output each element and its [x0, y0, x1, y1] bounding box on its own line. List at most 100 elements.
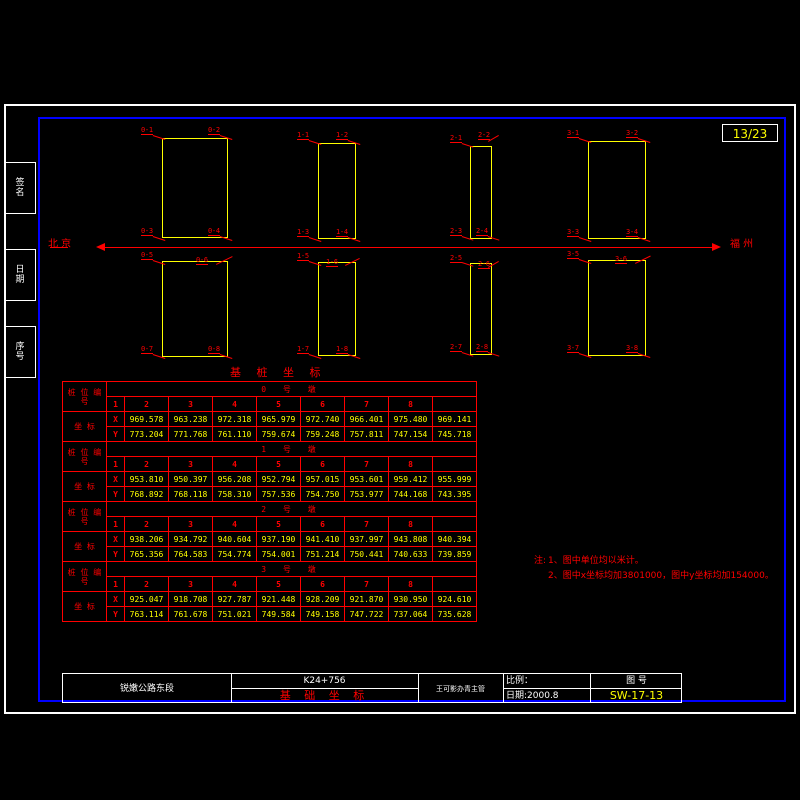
- cell-g2-x-6: 937.997: [344, 531, 389, 547]
- cell-g1-x-3: 956.208: [212, 471, 257, 487]
- cell-g2-x-2: 934.792: [168, 531, 213, 547]
- cell-g2-x-8: 940.394: [432, 531, 477, 547]
- cell-g0-x-3: 972.318: [212, 411, 257, 427]
- col-num-3: 3: [168, 516, 213, 532]
- cell-g3-y-7: 737.064: [388, 606, 433, 622]
- leader-3-1: [578, 138, 592, 143]
- pile-no-label: 桩 位 编 号: [62, 441, 107, 472]
- col-num-3: 3: [168, 576, 213, 592]
- pile-coordinate-table: 桩 位 编 号 0 号 墩 1 2 3 4 5 6 7 8 坐 标 X 969.…: [62, 381, 477, 622]
- table-row: 坐 标 X 925.047 918.708 927.787 921.448 92…: [62, 591, 477, 622]
- corner-label-3-5: 3-5: [567, 250, 579, 259]
- pile-cap-3-lower: [588, 260, 646, 356]
- axis-label-y: Y: [106, 426, 125, 442]
- cell-g3-x-7: 930.950: [388, 591, 433, 607]
- cad-drawing-sheet: 签 名 日 期 序 号 13/23 北 京 福 州 0-1 0-2 0-3 0-…: [0, 0, 800, 800]
- note-line-2: 2、图中x坐标均加3801000，图中y坐标均加154000。: [548, 571, 774, 581]
- cell-g3-x-1: 925.047: [124, 591, 169, 607]
- col-num-6: 6: [300, 396, 345, 412]
- table-row-column-numbers: 1 2 3 4 5 6 7 8: [63, 516, 477, 532]
- cell-g2-y-7: 740.633: [388, 546, 433, 562]
- axis-label-y: Y: [106, 486, 125, 502]
- margin-tab-date: 日 期: [4, 249, 36, 301]
- cell-g1-x-1: 953.810: [124, 471, 169, 487]
- cell-g0-y-4: 759.674: [256, 426, 301, 442]
- col-num-7: 7: [344, 396, 389, 412]
- coordinate-table-title: 基 桩 坐 标: [230, 366, 327, 379]
- title-block-date-value: 2000.8: [527, 691, 559, 701]
- cell-g1-y-5: 754.750: [300, 486, 345, 502]
- cell-g0-y-8: 745.718: [432, 426, 477, 442]
- corner-label-2-4: 2-4: [476, 227, 488, 236]
- title-block-sheet-label: 图 号: [626, 676, 647, 686]
- cell-g2-y-6: 750.441: [344, 546, 389, 562]
- pile-cap-0-lower: [162, 261, 228, 357]
- corner-label-0-5: 0-5: [141, 251, 153, 260]
- cell-g1-y-3: 758.310: [212, 486, 257, 502]
- col-num-8: 8: [388, 516, 433, 532]
- axis-label-x: X: [106, 591, 125, 607]
- cell-g3-y-1: 763.114: [124, 606, 169, 622]
- axis-label-y: Y: [106, 606, 125, 622]
- col-num-4: 4: [212, 516, 257, 532]
- group-label-3: 3 号 墩: [106, 561, 477, 577]
- corner-label-1-4: 1-4: [336, 228, 348, 237]
- centerline-right-arrow: [712, 243, 721, 251]
- pile-cap-2-lower: [470, 263, 492, 355]
- corner-label-1-3: 1-3: [297, 228, 309, 237]
- table-row: Y 765.356 764.583 754.774 754.001 751.21…: [63, 546, 477, 562]
- cell-g0-x-4: 965.979: [256, 411, 301, 427]
- cell-g3-y-6: 747.722: [344, 606, 389, 622]
- cell-g3-y-5: 749.158: [300, 606, 345, 622]
- coord-label: 坐 标: [62, 591, 107, 622]
- cell-g1-y-2: 768.118: [168, 486, 213, 502]
- notes-block: 注: 1、图中单位均以米计。 2、图中x坐标均加3801000，图中y坐标均加1…: [534, 554, 774, 584]
- axis-label-right: 福 州: [730, 239, 754, 250]
- leader-0-1: [152, 135, 166, 140]
- col-num-1: 1: [106, 396, 125, 412]
- cell-g3-y-4: 749.584: [256, 606, 301, 622]
- cell-g1-x-4: 952.794: [256, 471, 301, 487]
- col-num-2: 2: [124, 396, 169, 412]
- corner-label-2-3: 2-3: [450, 227, 462, 236]
- cell-g1-x-5: 957.015: [300, 471, 345, 487]
- col-num-5: 5: [256, 456, 301, 472]
- col-num-2: 2: [124, 516, 169, 532]
- cell-g3-x-6: 921.870: [344, 591, 389, 607]
- corner-label-1-8: 1-8: [336, 345, 348, 354]
- corner-label-3-6: 3-6: [615, 255, 627, 264]
- cell-g2-y-1: 765.356: [124, 546, 169, 562]
- axis-label-x: X: [106, 531, 125, 547]
- notes-head: 注:: [534, 556, 547, 566]
- col-num-8: 8: [388, 456, 433, 472]
- group-label-2: 2 号 墩: [106, 501, 477, 517]
- cell-g3-y-2: 761.678: [168, 606, 213, 622]
- pile-no-label: 桩 位 编 号: [62, 501, 107, 532]
- corner-label-0-2: 0-2: [208, 126, 220, 135]
- cell-g2-x-4: 937.190: [256, 531, 301, 547]
- cell-g0-y-2: 771.768: [168, 426, 213, 442]
- cell-g3-y-8: 735.628: [432, 606, 477, 622]
- margin-tab-line-2: 期: [15, 275, 25, 285]
- title-block-drawing-name: 基 础 坐 标: [279, 689, 370, 702]
- margin-tab-line-2: 号: [15, 352, 25, 362]
- cell-g1-x-6: 953.601: [344, 471, 389, 487]
- cell-g3-x-3: 927.787: [212, 591, 257, 607]
- margin-tab-line-2: 名: [15, 188, 25, 198]
- title-block-sheet-value: SW-17-13: [609, 689, 664, 702]
- pile-cap-2-upper: [470, 146, 492, 239]
- cell-g2-x-3: 940.604: [212, 531, 257, 547]
- corner-label-3-2: 3-2: [626, 129, 638, 138]
- col-num-2: 2: [124, 576, 169, 592]
- pile-cap-0-upper: [162, 138, 228, 238]
- col-num-5: 5: [256, 396, 301, 412]
- table-row-group-header: 桩 位 编 号 2 号 墩: [62, 501, 477, 532]
- table-row: Y 773.204 771.768 761.110 759.674 759.24…: [63, 426, 477, 442]
- cell-g0-x-8: 969.141: [432, 411, 477, 427]
- cell-g1-y-4: 757.536: [256, 486, 301, 502]
- table-row-group-header: 桩 位 编 号 3 号 墩: [62, 561, 477, 592]
- pile-layout-drawing: 北 京 福 州 0-1 0-2 0-3 0-4 0-5 0-6 0-7 0-8 …: [40, 119, 784, 381]
- cell-g2-y-3: 754.774: [212, 546, 257, 562]
- corner-label-3-1: 3-1: [567, 129, 579, 138]
- corner-label-1-2: 1-2: [336, 131, 348, 140]
